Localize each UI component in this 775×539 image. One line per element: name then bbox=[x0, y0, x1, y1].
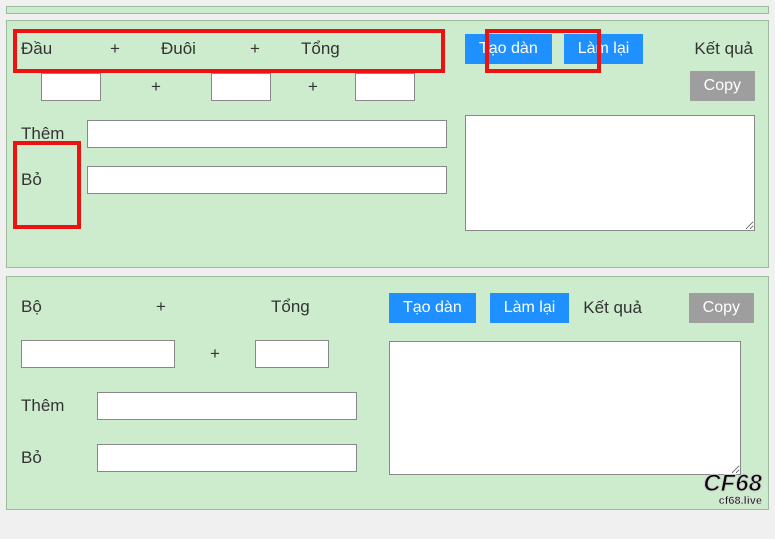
input-dau[interactable] bbox=[41, 73, 101, 101]
input-tong-set[interactable] bbox=[255, 340, 329, 368]
plus-symbol: + bbox=[51, 297, 271, 317]
input-them[interactable] bbox=[87, 120, 447, 148]
panel-dau-duoi-tong: Đầu + Đuôi + Tổng + + Thêm Bỏ bbox=[6, 20, 769, 268]
highlight-header-box bbox=[13, 29, 445, 73]
label-bo-set: Bộ bbox=[21, 297, 51, 317]
result-label: Kết quả bbox=[694, 39, 753, 59]
top-strip bbox=[6, 6, 769, 14]
label-tong-set: Tổng bbox=[271, 297, 321, 317]
watermark: CF68 cf68.live bbox=[703, 472, 762, 507]
panel-bo-tong: Bộ + Tổng + Thêm Bỏ Tạo dàn Làm lại bbox=[6, 276, 769, 510]
highlight-create-box bbox=[485, 29, 601, 73]
label-bo-remove: Bỏ bbox=[21, 448, 97, 468]
highlight-them-bo-box bbox=[13, 141, 81, 229]
input-bo-set[interactable] bbox=[21, 340, 175, 368]
input-bo-remove[interactable] bbox=[97, 444, 357, 472]
result-textarea[interactable] bbox=[389, 341, 741, 475]
result-textarea[interactable] bbox=[465, 115, 755, 231]
plus-symbol: + bbox=[101, 77, 211, 97]
input-bo[interactable] bbox=[87, 166, 447, 194]
input-tong[interactable] bbox=[355, 73, 415, 101]
plus-symbol: + bbox=[271, 77, 355, 97]
input-them-set[interactable] bbox=[97, 392, 357, 420]
create-button[interactable]: Tạo dàn bbox=[389, 293, 476, 323]
label-them: Thêm bbox=[21, 396, 97, 416]
result-label: Kết quả bbox=[583, 298, 642, 318]
plus-symbol: + bbox=[175, 344, 255, 364]
copy-button[interactable]: Copy bbox=[689, 293, 754, 323]
reset-button[interactable]: Làm lại bbox=[490, 293, 570, 323]
copy-button[interactable]: Copy bbox=[690, 71, 755, 101]
input-duoi[interactable] bbox=[211, 73, 271, 101]
watermark-brand: CF68 bbox=[703, 472, 762, 496]
watermark-url: cf68.live bbox=[703, 496, 762, 507]
